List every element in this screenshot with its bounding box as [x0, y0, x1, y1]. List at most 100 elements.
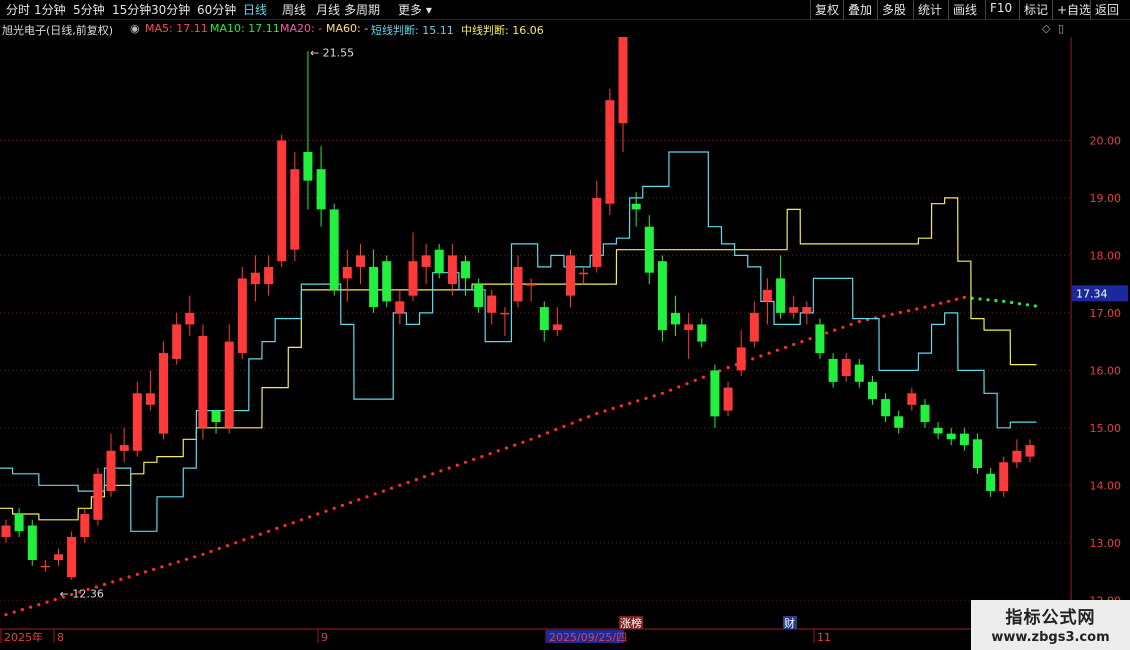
- ma-dot: [283, 523, 287, 528]
- toolbar-button-7[interactable]: +自选: [1057, 1, 1091, 18]
- ma-dot: [907, 309, 911, 313]
- toolbar-separator: [985, 0, 986, 20]
- toolbar-button-6[interactable]: 标记: [1024, 1, 1048, 18]
- ma-dot: [258, 532, 262, 536]
- period-tab-9[interactable]: 多周期: [344, 1, 380, 18]
- candle-body: [198, 335, 208, 428]
- candle-body: [185, 312, 195, 325]
- candle-body: [566, 255, 575, 296]
- candle-body: [579, 272, 589, 275]
- ma-dot: [340, 503, 344, 507]
- ma-dot: [882, 314, 886, 318]
- ma-dot: [962, 295, 967, 299]
- ma-dot: [595, 411, 599, 416]
- stock-title[interactable]: 旭光电子(日线,前复权): [2, 22, 113, 38]
- ma60-value: MA60: -: [326, 22, 369, 35]
- ma-dot: [701, 375, 706, 379]
- toolbar-button-8[interactable]: 返回: [1095, 1, 1119, 18]
- settings-icon[interactable]: ◉: [130, 22, 140, 35]
- ma-dot: [414, 478, 418, 482]
- y-tick-label: 15.00: [1090, 422, 1122, 435]
- ma10-value: MA10: 17.11: [210, 22, 280, 35]
- period-tab-8[interactable]: 月线: [316, 1, 340, 18]
- diamond-icon[interactable]: ◇: [1042, 22, 1050, 35]
- ma-dot: [677, 385, 681, 389]
- ma-dot: [308, 515, 312, 519]
- ma-dot: [537, 434, 541, 438]
- price-chart[interactable]: 12.0013.0014.0015.0016.0017.0018.0019.00…: [0, 37, 1130, 650]
- period-tab-10[interactable]: 更多 ▾: [398, 1, 432, 18]
- ma-dot: [578, 418, 583, 422]
- candle-body: [762, 289, 772, 302]
- candle-body: [421, 255, 431, 267]
- ma-dot: [299, 518, 303, 522]
- toolbar-button-2[interactable]: 多股: [882, 1, 906, 18]
- period-tab-7[interactable]: 周线: [282, 1, 306, 18]
- ma-dot: [20, 608, 24, 612]
- candle-body: [881, 399, 891, 417]
- candle-body: [356, 255, 365, 267]
- toolbar-button-5[interactable]: F10: [990, 1, 1012, 15]
- y-tick-label: 17.00: [1090, 307, 1122, 320]
- period-tab-6[interactable]: 日线: [243, 1, 267, 18]
- candle-body: [592, 197, 602, 267]
- candle-body: [946, 433, 956, 440]
- ma-dot: [554, 428, 558, 432]
- period-tab-1[interactable]: 1分钟: [34, 1, 66, 18]
- ma-dot: [529, 437, 533, 441]
- ma-dot: [168, 562, 172, 566]
- mid-judge-value: 中线判断: 16.06: [461, 24, 544, 37]
- candle-body: [710, 370, 720, 417]
- x-tick-label: 2025年: [4, 630, 43, 644]
- ma-dot: [693, 378, 697, 382]
- toolbar-separator: [913, 0, 914, 20]
- ma-dot: [324, 509, 328, 513]
- period-tab-4[interactable]: 30分钟: [151, 1, 190, 18]
- candle-body: [14, 514, 24, 532]
- ma-dot: [267, 529, 271, 533]
- ma-dot: [225, 544, 230, 548]
- panel-toggle-icon[interactable]: ▯: [1058, 22, 1064, 35]
- toolbar-button-3[interactable]: 统计: [918, 1, 942, 18]
- period-tab-0[interactable]: 分时: [6, 1, 30, 18]
- indicator-info-bar: 旭光电子(日线,前复权) ◉ MA5: 17.11 MA10: 17.11 MA…: [0, 21, 1064, 38]
- period-tab-3[interactable]: 15分钟: [112, 1, 151, 18]
- candle-body: [172, 324, 182, 359]
- candle-body: [828, 358, 838, 382]
- candle-body: [316, 169, 326, 210]
- ma-dot: [234, 541, 238, 545]
- candle-body: [657, 261, 667, 331]
- period-tab-2[interactable]: 5分钟: [73, 1, 105, 18]
- candle-body: [93, 473, 103, 520]
- candle-body: [999, 462, 1009, 491]
- ma-dot: [978, 297, 982, 301]
- ma-dot: [480, 455, 484, 459]
- ma-dot: [939, 301, 943, 305]
- candle-body: [894, 416, 904, 428]
- candle-body: [329, 209, 339, 290]
- ma-dot: [45, 600, 49, 604]
- toolbar-separator: [810, 0, 811, 20]
- y-tick-label: 20.00: [1090, 134, 1122, 147]
- ma-dot: [619, 404, 624, 408]
- candle-body: [723, 387, 733, 411]
- ma-dot: [373, 492, 377, 496]
- ma-dot: [349, 501, 353, 505]
- ma-dot: [841, 325, 845, 329]
- ma-dot: [447, 466, 451, 470]
- candle-body: [67, 537, 77, 578]
- toolbar-button-0[interactable]: 复权: [815, 1, 839, 18]
- ma-dot: [152, 567, 156, 572]
- ma-dot: [562, 424, 566, 428]
- candle-body: [789, 307, 799, 313]
- ma-dot: [513, 443, 517, 447]
- period-tab-5[interactable]: 60分钟: [197, 1, 236, 18]
- ma-dot: [726, 365, 730, 370]
- ma-dot: [422, 475, 427, 479]
- ma-dot: [127, 575, 131, 579]
- ma-dot: [521, 440, 525, 444]
- ma-dot: [994, 299, 998, 303]
- candle-body: [776, 278, 786, 313]
- toolbar-button-4[interactable]: 画线: [953, 1, 977, 18]
- toolbar-button-1[interactable]: 叠加: [848, 1, 872, 18]
